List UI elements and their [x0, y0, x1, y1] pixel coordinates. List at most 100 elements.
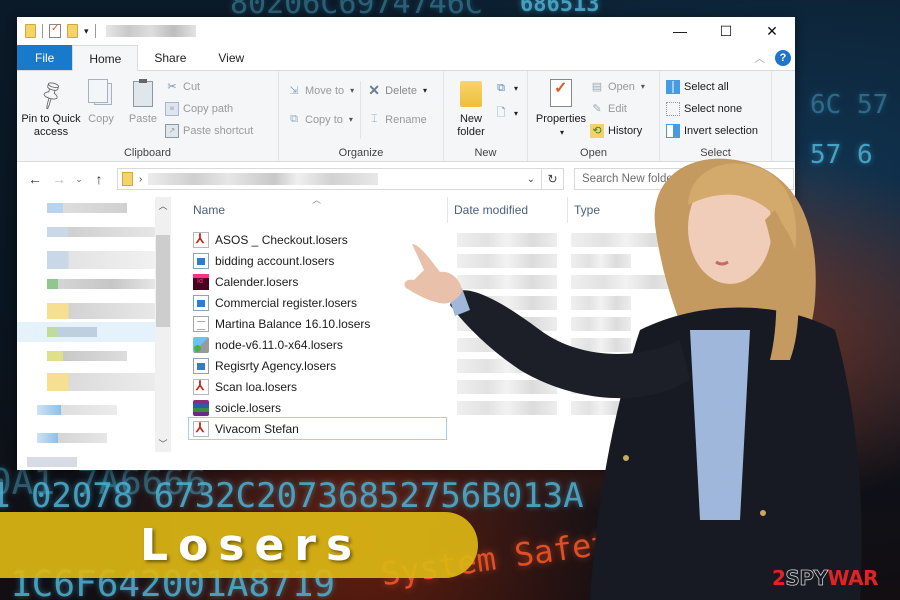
scroll-up-icon[interactable]: ︿ [155, 199, 171, 212]
refresh-button[interactable]: ↻ [542, 168, 564, 190]
navigation-pane-scrollbar[interactable]: ︿ ﹀ [155, 197, 171, 452]
edit-button[interactable]: ✎ Edit [590, 99, 645, 118]
file-row[interactable]: soicle.losers [189, 397, 789, 418]
file-row[interactable]: Commercial register.losers [189, 292, 789, 313]
date-obscured [457, 253, 557, 268]
date-obscured [457, 358, 557, 373]
chevron-right-icon[interactable]: › [139, 174, 142, 185]
delete-button[interactable]: ✕ Delete ▾ [367, 81, 427, 100]
move-to-button[interactable]: ⇲ Move to ▾ [287, 81, 354, 100]
file-row[interactable]: Scan loa.losers [189, 376, 789, 397]
file-row-focused[interactable]: Vivacom Stefan [188, 417, 447, 440]
group-label: Open [580, 147, 607, 159]
button-label: New [459, 113, 482, 125]
nav-item-obscured[interactable] [47, 227, 155, 237]
button-label: Edit [608, 102, 627, 115]
pdf-icon [193, 378, 209, 395]
date-obscured [457, 337, 557, 352]
nav-item-obscured[interactable] [37, 433, 107, 443]
copy-path-icon: w [165, 101, 179, 116]
nav-item-obscured[interactable] [37, 405, 117, 415]
maximize-button[interactable]: ☐ [703, 17, 749, 45]
copy-path-button[interactable]: w Copy path [165, 99, 253, 118]
help-icon[interactable]: ? [775, 49, 791, 66]
file-row[interactable]: Regisrty Agency.losers [189, 355, 789, 376]
button-label: Rename [385, 113, 427, 126]
folder-icon[interactable] [25, 24, 36, 38]
nav-item-obscured[interactable] [47, 351, 127, 361]
cut-button[interactable]: ✂ Cut [165, 77, 253, 96]
select-none-button[interactable]: Select none [666, 99, 758, 118]
watermark-part: WAR [827, 566, 879, 590]
new-group: New folder ⧉ ▾ 🗋︎ ▾ New [444, 71, 528, 161]
up-button[interactable]: ↑ [87, 171, 111, 187]
nav-item-obscured[interactable] [47, 279, 155, 289]
type-obscured [571, 358, 631, 373]
toolbar-separator [94, 24, 96, 38]
tab-file[interactable]: File [17, 45, 73, 70]
button-label: Paste [128, 113, 158, 125]
sort-ascending-icon: ︿ [312, 195, 322, 205]
file-row[interactable]: ASOS _ Checkout.losers [189, 229, 789, 250]
scrollbar-thumb[interactable] [156, 235, 170, 327]
new-item-button[interactable]: ⧉ ▾ [494, 79, 518, 98]
nav-item-obscured[interactable] [47, 251, 155, 269]
nav-item-obscured[interactable] [47, 303, 155, 319]
address-bar[interactable]: › ⌄ [117, 168, 542, 190]
back-button[interactable]: ← [23, 171, 47, 187]
file-row[interactable]: bidding account.losers [189, 250, 789, 271]
button-label: Copy to [305, 113, 343, 126]
button-label: Copy path [183, 102, 234, 115]
column-header-name[interactable]: Name [193, 197, 225, 223]
tab-share[interactable]: Share [138, 45, 202, 70]
tab-home[interactable]: Home [72, 45, 139, 71]
clipboard-group: 📌︎ Pin to Quick access Copy Paste ✂ Cut w… [17, 71, 279, 161]
collapse-ribbon-icon[interactable]: ︿ [754, 50, 765, 66]
file-name: soicle.losers [215, 400, 282, 415]
rename-button[interactable]: ⌶ Rename [367, 110, 427, 129]
file-row[interactable]: node-v6.11.0-x64.losers [189, 334, 789, 355]
new-folder-icon[interactable] [67, 24, 78, 38]
tab-view[interactable]: View [202, 45, 260, 70]
open-button[interactable]: ▤ Open ▾ [590, 77, 645, 96]
nav-item-obscured[interactable] [47, 327, 97, 337]
select-all-button[interactable]: Select all [666, 77, 758, 96]
minimize-button[interactable]: — [657, 17, 703, 45]
column-separator[interactable] [447, 197, 448, 223]
nav-item-obscured[interactable] [47, 373, 155, 391]
organize-group: ⇲ Move to ▾ ⧉ Copy to ▾ ✕ Delete ▾ ⌶ Rename Org… [279, 71, 444, 161]
properties-icon[interactable] [49, 23, 61, 38]
column-header-date-modified[interactable]: Date modified [454, 197, 528, 223]
nav-item-obscured[interactable] [47, 203, 127, 213]
invert-selection-button[interactable]: Invert selection [666, 121, 758, 140]
title-bar: ▾ — ☐ ✕ [17, 17, 795, 45]
image-icon [193, 252, 209, 269]
recent-locations-button[interactable]: ⌄ [71, 174, 87, 185]
easy-access-button[interactable]: 🗋︎ ▾ [494, 104, 518, 123]
search-input[interactable]: Search New folder (2) [574, 168, 794, 190]
paste-shortcut-button[interactable]: ↗ Paste shortcut [165, 121, 253, 140]
watermark-part: 2 [772, 566, 786, 590]
file-name: Martina Balance 16.10.losers [215, 316, 371, 331]
date-obscured [457, 400, 557, 415]
properties-icon [550, 79, 572, 107]
file-row[interactable]: Calender.losers [189, 271, 789, 292]
nav-item-obscured[interactable] [27, 457, 77, 467]
customize-toolbar-dropdown-icon[interactable]: ▾ [84, 26, 89, 37]
button-label: access [33, 126, 69, 138]
file-row[interactable]: Martina Balance 16.10.losers [189, 313, 789, 334]
column-separator[interactable] [567, 197, 568, 223]
group-label: New [474, 147, 497, 159]
history-button[interactable]: ⟲ History [590, 121, 645, 140]
scroll-down-icon[interactable]: ﹀ [155, 437, 171, 450]
image-icon [193, 357, 209, 374]
bg-code-line: 6C 57 [810, 90, 889, 120]
type-obscured [571, 337, 631, 352]
copy-to-button[interactable]: ⧉ Copy to ▾ [287, 110, 354, 129]
navigation-pane: ︿ ﹀ [17, 197, 172, 452]
close-button[interactable]: ✕ [749, 17, 795, 45]
window-controls: — ☐ ✕ [657, 17, 795, 45]
forward-button[interactable]: → [47, 171, 71, 187]
chevron-down-icon[interactable]: ⌄ [527, 174, 535, 185]
column-header-type[interactable]: Type [574, 197, 600, 223]
